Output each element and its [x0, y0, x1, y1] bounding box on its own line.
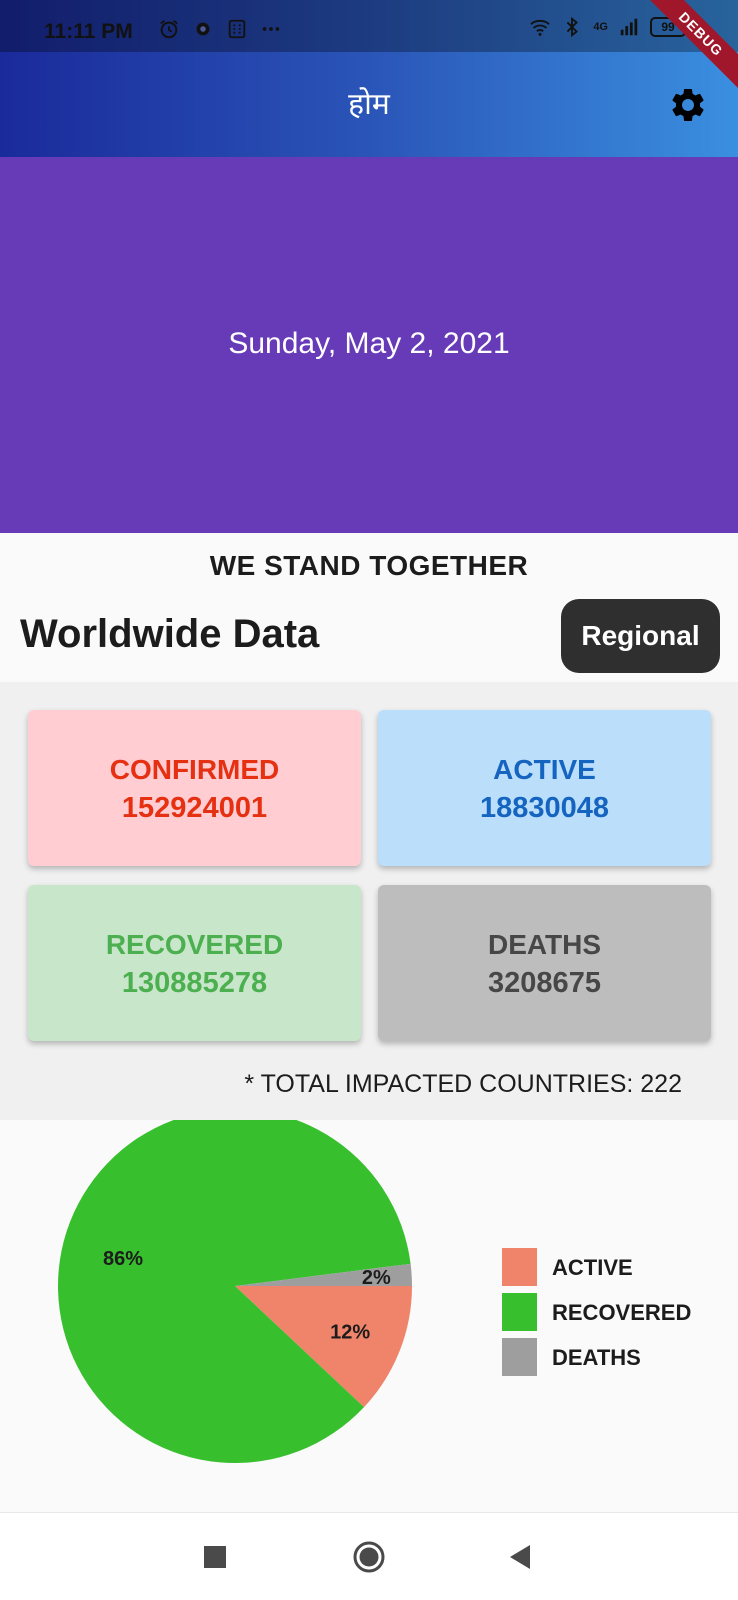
- page-title: होम: [348, 88, 390, 121]
- top-bar: 11:11 PM 4G 99 DEBUG होम: [0, 0, 738, 157]
- active-label: ACTIVE: [493, 754, 596, 785]
- pie-label-recovered: 86%: [103, 1248, 143, 1270]
- current-date: Sunday, May 2, 2021: [228, 327, 510, 360]
- network-type: 4G: [593, 21, 608, 33]
- gear-icon[interactable]: [668, 85, 708, 125]
- status-notification-icons: [158, 18, 282, 40]
- confirmed-card: CONFIRMED 152924001: [28, 710, 361, 866]
- legend-label: ACTIVE: [552, 1255, 633, 1280]
- legend-label: RECOVERED: [552, 1300, 692, 1325]
- deaths-value: 3208675: [488, 967, 601, 999]
- legend-swatch: [502, 1293, 537, 1331]
- stats-panel: CONFIRMED 152924001 ACTIVE 18830048 RECO…: [0, 682, 738, 1120]
- settings-status-icon: [196, 22, 210, 36]
- active-value: 18830048: [479, 792, 610, 824]
- status-time: 11:11 PM: [44, 20, 133, 43]
- pie-chart: 12% 86% 2%: [58, 1120, 412, 1463]
- legend-swatch: [502, 1338, 537, 1376]
- impacted-countries: * TOTAL IMPACTED COUNTRIES: 222: [244, 1070, 682, 1098]
- status-system-icons: 4G 99: [529, 16, 686, 38]
- legend-label: DEATHS: [552, 1345, 641, 1370]
- calculator-icon: [228, 19, 246, 39]
- bluetooth-icon: [567, 16, 579, 38]
- signal-icon: [620, 18, 638, 36]
- tagline: WE STAND TOGETHER: [209, 550, 529, 581]
- alarm-icon: [160, 20, 178, 39]
- system-nav-bar: [0, 1512, 738, 1600]
- recovered-value: 130885278: [121, 967, 268, 999]
- app-bar: होम: [0, 52, 738, 157]
- legend-swatch: [502, 1248, 537, 1286]
- pie-label-active: 12%: [330, 1322, 370, 1344]
- active-card: ACTIVE 18830048: [378, 710, 711, 866]
- deaths-label: DEATHS: [487, 929, 602, 960]
- wifi-icon: [530, 19, 551, 36]
- recovered-card: RECOVERED 130885278: [28, 885, 361, 1041]
- recovered-label: RECOVERED: [105, 929, 284, 960]
- pie-chart-section: 12% 86% 2% ACTIVE RECOVERED DEATHS: [0, 1120, 738, 1512]
- circle-icon[interactable]: [347, 1535, 391, 1579]
- triangle-back-icon[interactable]: [498, 1535, 542, 1579]
- regional-button[interactable]: Regional: [561, 599, 720, 673]
- confirmed-value: 152924001: [121, 792, 268, 824]
- pie-label-deaths: 2%: [362, 1267, 391, 1289]
- app-root: 11:11 PM 4G 99 DEBUG होम Sunday, May 2, …: [0, 0, 738, 1600]
- square-icon[interactable]: [193, 1535, 237, 1579]
- confirmed-label: CONFIRMED: [109, 754, 280, 785]
- section-title: Worldwide Data: [20, 612, 320, 656]
- date-banner: Sunday, May 2, 2021: [0, 157, 738, 533]
- more-notifications-icon: [262, 27, 280, 31]
- status-bar: 11:11 PM 4G 99 DEBUG: [0, 0, 738, 96]
- deaths-card: DEATHS 3208675: [378, 885, 711, 1041]
